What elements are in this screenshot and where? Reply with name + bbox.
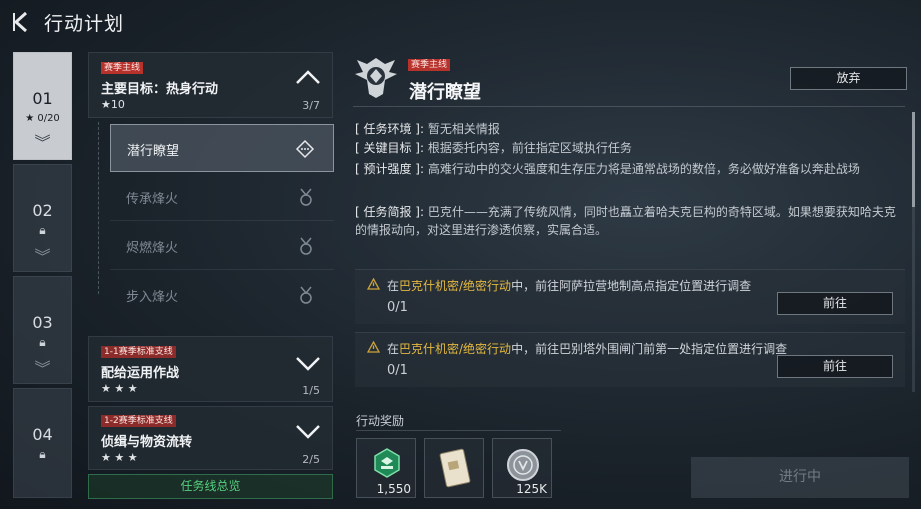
reward-slot[interactable]: 125K [492, 438, 552, 498]
info-value: 巴克什——充满了传统风情，同时也矗立着哈夫克巨构的奇特区域。如果想要获知哈夫克的… [355, 205, 896, 237]
side-mission-tag: 1-2赛季标准支线 [101, 415, 176, 427]
chapter-number: 04 [32, 425, 53, 444]
sub-mission-item[interactable]: 传承烽火 [110, 173, 334, 221]
main-mission-title: 主要目标：热身行动 [101, 82, 219, 97]
side-mission-header[interactable]: 1-2赛季标准支线 侦缉与物资流转 ★ ★ ★ 2/5 [88, 406, 333, 470]
lock-icon: 🔒︎ [39, 223, 46, 237]
go-button[interactable]: 前往 [777, 355, 893, 378]
sub-mission-label: 潜行瞭望 [127, 144, 180, 159]
side-mission-stars: ★ ★ ★ [101, 451, 138, 464]
mission-environment: [ 任务环境 ]: 暂无相关情报 [355, 120, 903, 138]
chevron-down-icon: ︾ [34, 133, 51, 152]
divider [356, 430, 561, 431]
main-mission-stars: ★10 [101, 98, 125, 111]
chapter-number: 03 [32, 313, 53, 332]
info-key: [ 任务环境 ]: [355, 122, 425, 136]
go-button[interactable]: 前往 [777, 292, 893, 315]
header-bar: 行动计划 [0, 0, 921, 46]
objective-task: 在巴克什机密/绝密行动中，前往巴别塔外围闸门前第一处指定位置进行调查 0/1 前… [355, 332, 905, 387]
sub-mission-label: 步入烽火 [126, 290, 179, 305]
side-mission-stars: ★ ★ ★ [101, 382, 138, 395]
reward-slot[interactable] [424, 438, 484, 498]
main-mission-count: 3/7 [302, 99, 320, 112]
target-diamond-icon [295, 139, 315, 159]
task-highlight: 巴克什机密/绝密行动 [399, 342, 512, 356]
lock-icon: 🔒︎ [39, 335, 46, 349]
chevron-down-icon[interactable] [294, 421, 322, 441]
main-mission-header[interactable]: 赛季主线 主要目标：热身行动 ★10 3/7 [88, 52, 333, 118]
task-description: 在巴克什机密/绝密行动中，前往巴别塔外围闸门前第一处指定位置进行调查 [387, 342, 788, 356]
sub-mission-item[interactable]: 烬燃烽火 [110, 222, 334, 270]
sub-mission-item[interactable]: 潜行瞭望 [110, 124, 334, 172]
side-mission-header[interactable]: 1-1赛季标准支线 配给运用作战 ★ ★ ★ 1/5 [88, 336, 333, 402]
info-value: 根据委托内容，前往指定区域执行任务 [427, 141, 632, 155]
side-mission-count: 1/5 [302, 384, 320, 397]
reward-quantity: 125K [516, 482, 547, 496]
reward-quantity: 1,550 [376, 482, 411, 496]
task-progress: 0/1 [387, 363, 408, 378]
info-key: [ 任务简报 ]: [355, 205, 425, 219]
card-item-icon [439, 448, 471, 488]
medal-icon [300, 237, 312, 255]
tree-connector [98, 122, 99, 294]
mission-detail-title: 潜行瞭望 [409, 82, 481, 103]
objective-task: 在巴克什机密/绝密行动中，前往阿萨拉营地制高点指定位置进行调查 0/1 前往 [355, 269, 905, 324]
side-mission-title: 侦缉与物资流转 [101, 435, 193, 450]
alert-icon [367, 341, 380, 353]
sub-mission-label: 烬燃烽火 [126, 241, 179, 256]
chevron-down-icon[interactable] [294, 353, 322, 373]
chapter-tab-04[interactable]: 04 🔒︎ [13, 388, 72, 498]
side-mission-title: 配给运用作战 [101, 366, 180, 381]
mission-line-overview-button[interactable]: 任务线总览 [88, 474, 333, 499]
chevron-up-icon[interactable] [294, 67, 322, 87]
chapter-number: 02 [32, 201, 53, 220]
sub-mission-item[interactable]: 步入烽火 [110, 271, 334, 319]
medal-icon [300, 188, 312, 206]
info-value: 暂无相关情报 [427, 122, 500, 136]
page-title: 行动计划 [44, 13, 125, 35]
eagle-emblem-icon [355, 58, 397, 98]
reward-slot[interactable]: 1,550 [356, 438, 416, 498]
chevron-down-icon: ︾ [34, 359, 51, 378]
chapter-tab-02[interactable]: 02 🔒︎ ︾ [13, 164, 72, 272]
mission-intensity: [ 预计强度 ]: 高难行动中的交火强度和生存压力将是通常战场的数倍，务必做好准… [355, 160, 903, 178]
info-value: 高难行动中的交火强度和生存压力将是通常战场的数倍，务必做好准备以奔赴战场 [427, 162, 860, 176]
task-progress: 0/1 [387, 300, 408, 315]
task-description: 在巴克什机密/绝密行动中，前往阿萨拉营地制高点指定位置进行调查 [387, 279, 752, 293]
chapter-stars: ★ 0/20 [25, 113, 60, 124]
divider [353, 106, 905, 107]
season-main-tag: 赛季主线 [408, 59, 451, 71]
chapter-tab-01[interactable]: 01 ★ 0/20 ︾ [13, 52, 72, 160]
alert-icon [367, 278, 380, 290]
mission-brief: [ 任务简报 ]: 巴克什——充满了传统风情，同时也矗立着哈夫克巨构的奇特区域。… [355, 203, 903, 239]
medal-icon [300, 286, 312, 304]
task-highlight: 巴克什机密/绝密行动 [399, 279, 512, 293]
chapter-tab-03[interactable]: 03 🔒︎ ︾ [13, 276, 72, 384]
abandon-button[interactable]: 放弃 [790, 67, 907, 90]
in-progress-button: 进行中 [691, 457, 909, 498]
info-key: [ 关键目标 ]: [355, 141, 425, 155]
rewards-label: 行动奖励 [356, 414, 405, 428]
info-key: [ 预计强度 ]: [355, 162, 425, 176]
scrollbar-thumb[interactable] [912, 112, 915, 207]
mission-key-goal: [ 关键目标 ]: 根据委托内容，前往指定区域执行任务 [355, 139, 903, 157]
back-arrow-icon[interactable] [10, 10, 34, 34]
side-mission-count: 2/5 [302, 453, 320, 466]
lock-icon: 🔒︎ [39, 447, 46, 461]
season-main-tag: 赛季主线 [101, 62, 144, 74]
chevron-down-icon: ︾ [34, 247, 51, 266]
sub-mission-label: 传承烽火 [126, 192, 179, 207]
chapter-number: 01 [32, 89, 53, 108]
side-mission-tag: 1-1赛季标准支线 [101, 346, 176, 358]
